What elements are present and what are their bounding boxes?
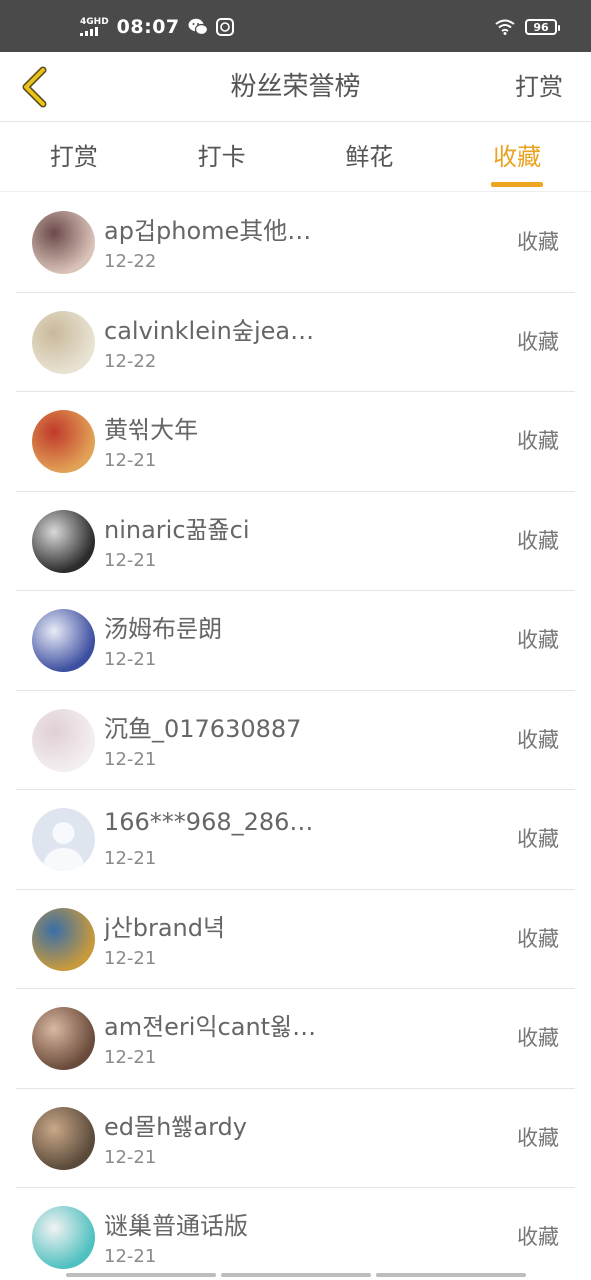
user-name: ninaric꿂죮ci [104, 515, 250, 544]
user-name: 黄쒺大年 [104, 416, 199, 444]
wechat-icon [188, 18, 208, 36]
list-item[interactable]: 谜巢普通话版 12-21 收藏 [16, 1188, 575, 1280]
list-item[interactable]: 166***968_286… 12-21 收藏 [16, 790, 575, 890]
avatar[interactable] [32, 509, 95, 573]
message-app-icon [215, 18, 234, 36]
clock: 08:07 [116, 16, 180, 38]
page-title: 粉丝荣誉榜 [230, 72, 361, 102]
tab-bar: 打赏 打卡 鲜花 收藏 [0, 122, 591, 192]
status-right: 96 [495, 14, 560, 40]
action-label: 收藏 [517, 628, 559, 652]
fan-list: ap겁phome其他… 12-22 收藏 calvinklein숲jea… 12… [16, 193, 575, 1280]
item-date: 12-21 [104, 649, 157, 670]
item-date: 12-21 [104, 450, 157, 471]
avatar[interactable] [32, 1106, 95, 1170]
list-item[interactable]: 黄쒺大年 12-21 收藏 [16, 392, 575, 492]
action-label: 收藏 [517, 230, 559, 254]
action-label: 收藏 [517, 329, 559, 354]
gesture-segment [66, 1273, 216, 1277]
app-header: 粉丝荣誉榜 打赏 [0, 52, 591, 122]
list-item[interactable]: ninaric꿂죮ci 12-21 收藏 [16, 492, 575, 591]
avatar[interactable] [32, 1206, 95, 1269]
user-name: am젼eri익cant욇… [104, 1013, 317, 1041]
item-date: 12-21 [104, 1246, 157, 1267]
action-label: 收藏 [517, 1125, 559, 1150]
item-date: 12-21 [104, 848, 157, 869]
user-name: ed몰h쐟ardy [104, 1112, 247, 1141]
list-item[interactable]: 沉鱼_017630887 12-21 收藏 [16, 691, 575, 790]
action-label: 收藏 [517, 528, 559, 553]
item-date: 12-21 [104, 748, 157, 770]
user-name: ap겁phome其他… [104, 217, 312, 245]
status-left: 4GHD 08:07 [80, 14, 234, 40]
tab-favorites[interactable]: 收藏 [443, 122, 591, 191]
network-type: 4G [80, 17, 94, 27]
tab-flowers[interactable]: 鲜花 [296, 122, 444, 191]
user-name: j산brand녁 [104, 913, 226, 942]
signal-icon [80, 27, 98, 36]
gesture-bar [66, 1273, 526, 1277]
list-item[interactable]: ap겁phome其他… 12-22 收藏 [16, 193, 575, 293]
action-label: 收藏 [517, 727, 559, 752]
action-label: 收藏 [517, 429, 559, 453]
item-date: 12-21 [104, 1047, 157, 1068]
default-avatar-icon [32, 808, 95, 871]
action-label: 收藏 [517, 1026, 559, 1050]
item-date: 12-22 [104, 350, 157, 372]
list-item[interactable]: 汤姆布룬朗 12-21 收藏 [16, 591, 575, 691]
list-item[interactable]: calvinklein숲jea… 12-22 收藏 [16, 293, 575, 392]
user-name: 沉鱼_017630887 [104, 714, 302, 743]
gesture-segment [221, 1273, 371, 1277]
item-date: 12-21 [104, 1146, 157, 1168]
action-label: 收藏 [517, 926, 559, 951]
user-name: 谜巢普通话版 [104, 1212, 248, 1240]
avatar[interactable] [32, 708, 95, 772]
item-date: 12-21 [104, 947, 157, 969]
list-item[interactable]: ed몰h쐟ardy 12-21 收藏 [16, 1089, 575, 1188]
list-item[interactable]: am젼eri익cant욇… 12-21 收藏 [16, 989, 575, 1089]
battery-indicator: 96 [525, 19, 560, 35]
user-name: 汤姆布룬朗 [104, 615, 223, 643]
avatar[interactable] [32, 1007, 95, 1070]
user-name: 166***968_286… [104, 808, 314, 836]
item-date: 12-21 [104, 549, 157, 571]
action-label: 收藏 [517, 1225, 559, 1249]
action-label: 收藏 [517, 827, 559, 851]
tab-checkin[interactable]: 打卡 [148, 122, 296, 191]
avatar[interactable] [32, 410, 95, 473]
network-indicator: 4GHD [80, 18, 109, 36]
status-bar: 4GHD 08:07 96 [0, 0, 591, 52]
gesture-segment [376, 1273, 526, 1277]
wifi-icon [495, 19, 515, 35]
tab-reward[interactable]: 打赏 [0, 122, 148, 191]
avatar[interactable] [32, 211, 95, 274]
avatar[interactable] [32, 808, 95, 871]
item-date: 12-22 [104, 251, 157, 272]
avatar[interactable] [32, 609, 95, 672]
network-sub: HD [93, 17, 109, 27]
list-item[interactable]: j산brand녁 12-21 收藏 [16, 890, 575, 989]
avatar[interactable] [32, 907, 95, 971]
reward-button[interactable]: 打赏 [515, 52, 563, 122]
avatar[interactable] [32, 310, 95, 374]
user-name: calvinklein숲jea… [104, 316, 315, 345]
